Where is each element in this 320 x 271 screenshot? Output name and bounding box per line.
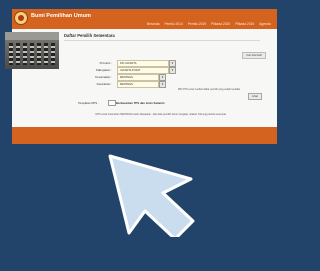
page-title: Daftar Pemilih Sementara — [64, 33, 115, 38]
nav-item-agenda[interactable]: Agenda — [259, 22, 270, 26]
regency-label: Kabupaten : — [95, 68, 112, 72]
chevron-down-icon[interactable]: ▾ — [159, 81, 166, 88]
alternative-search-button[interactable]: Cari Alternatif — [242, 52, 266, 59]
chevron-down-icon[interactable]: ▾ — [169, 60, 176, 67]
emblem-icon[interactable] — [14, 11, 28, 25]
display-mode-value: Berdasarkan TPS dan Jenis Kelamin — [116, 101, 165, 105]
footnote: DPS untuk Kelurahan MENTENG telah diteta… — [95, 113, 227, 116]
district-label: Kecamatan : — [95, 75, 112, 79]
view-button[interactable]: Lihat — [248, 93, 262, 100]
chevron-down-icon[interactable]: ▾ — [159, 74, 166, 81]
tps-hint: Pilih TPS untuk melihat daftar pemilih y… — [178, 88, 241, 91]
mouse-pointer-icon — [108, 154, 195, 237]
nav-item-pemilu-2019[interactable]: Pemilu 2019 — [188, 22, 206, 26]
chevron-down-icon[interactable]: ▾ — [169, 67, 176, 74]
regency-select[interactable]: JAKARTA PUSAT — [117, 67, 169, 74]
display-mode-select[interactable] — [108, 100, 116, 106]
display-mode-label: Tampilkan DPS : — [78, 101, 99, 105]
site-title[interactable]: Bumi Pemilihan Umum — [31, 13, 91, 19]
district-select[interactable]: MENTENG — [117, 74, 159, 81]
site-footer — [12, 127, 277, 144]
main-nav: Beranda Pemilu 2014 Pemilu 2019 Pilkada … — [147, 22, 271, 26]
nav-item-pemilu-2014[interactable]: Pemilu 2014 — [164, 22, 182, 26]
village-label: Kelurahan : — [96, 82, 112, 86]
province-select[interactable]: DKI JAKARTA — [117, 60, 169, 67]
nav-item-pilkada-2020[interactable]: Pilkada 2020 — [211, 22, 230, 26]
site-header: Bumi Pemilihan Umum Beranda Pemilu 2014 … — [12, 9, 277, 29]
nav-item-pilkada-2024[interactable]: Pilkada 2024 — [235, 22, 254, 26]
province-label: Provinsi : — [99, 61, 112, 65]
building-photo — [5, 32, 59, 69]
nav-item-beranda[interactable]: Beranda — [147, 22, 159, 26]
village-select[interactable]: MENTENG — [117, 81, 159, 88]
divider — [64, 40, 260, 41]
